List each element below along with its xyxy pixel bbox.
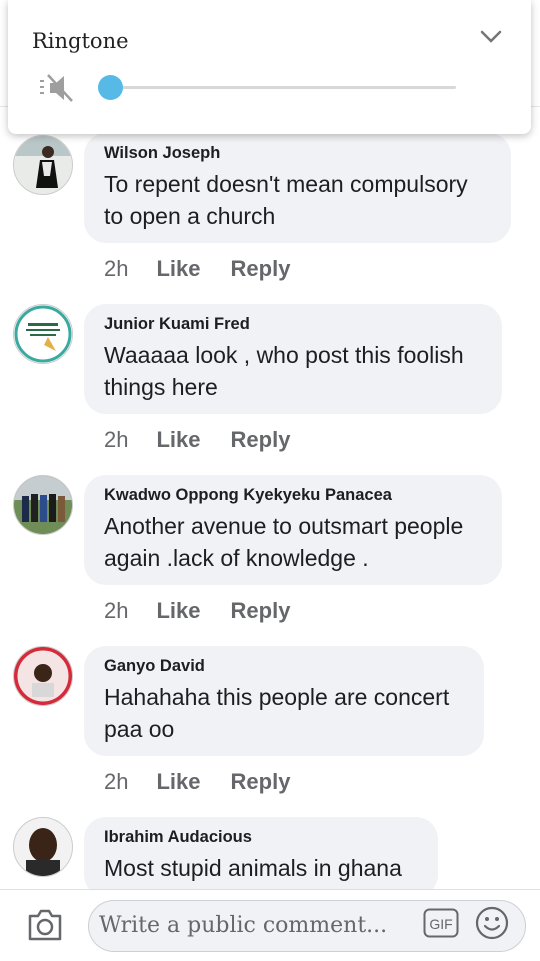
comment-text: Waaaaa look , who post this foolish thin… — [104, 342, 464, 400]
comment-author[interactable]: Wilson Joseph — [104, 144, 491, 163]
comment-actions: 2h Like Reply — [104, 769, 290, 795]
like-button[interactable]: Like — [156, 769, 200, 795]
avatar[interactable] — [13, 817, 73, 877]
reply-button[interactable]: Reply — [231, 256, 291, 282]
volume-slider[interactable] — [98, 75, 456, 100]
reply-button[interactable]: Reply — [231, 769, 291, 795]
like-button[interactable]: Like — [156, 598, 200, 624]
comment-actions: 2h Like Reply — [104, 427, 290, 453]
comment-author[interactable]: Kwadwo Oppong Kyekyeku Panacea — [104, 486, 482, 505]
comment-text: Hahahaha this people are concert paa oo — [104, 684, 450, 742]
avatar[interactable] — [13, 304, 73, 364]
volume-muted-icon[interactable] — [38, 73, 76, 103]
comment-text: To repent doesn't mean compulsory to ope… — [104, 171, 468, 229]
emoji-icon[interactable] — [475, 906, 509, 940]
comment-text: Another avenue to outsmart people again … — [104, 513, 464, 571]
camera-icon[interactable] — [26, 908, 64, 942]
like-button[interactable]: Like — [156, 427, 200, 453]
chevron-down-icon[interactable] — [480, 30, 502, 44]
comment-time[interactable]: 2h — [104, 598, 128, 624]
gif-label: GIF — [429, 916, 452, 932]
comment-bubble: Junior Kuami Fred Waaaaa look , who post… — [84, 304, 502, 414]
comment-composer: Write a public comment... — [0, 889, 540, 961]
comment-actions: 2h Like Reply — [104, 598, 290, 624]
comment-actions: 2h Like Reply — [104, 256, 290, 282]
reply-button[interactable]: Reply — [231, 427, 291, 453]
avatar[interactable] — [13, 475, 73, 535]
comment-author[interactable]: Junior Kuami Fred — [104, 315, 482, 334]
reply-button[interactable]: Reply — [231, 598, 291, 624]
comment-bubble: Ibrahim Audacious Most stupid animals in… — [84, 817, 438, 890]
comment-input[interactable]: Write a public comment... — [88, 900, 526, 952]
comment-time[interactable]: 2h — [104, 769, 128, 795]
comment-time[interactable]: 2h — [104, 256, 128, 282]
comment-time[interactable]: 2h — [104, 427, 128, 453]
comment-author[interactable]: Ganyo David — [104, 657, 464, 676]
gif-icon[interactable]: GIF — [423, 908, 459, 938]
volume-thumb[interactable] — [98, 75, 123, 100]
comment-bubble: Kwadwo Oppong Kyekyeku Panacea Another a… — [84, 475, 502, 585]
volume-panel: Ringtone — [8, 0, 531, 134]
comment-text: Most stupid animals in ghana — [104, 855, 402, 881]
comment-bubble: Wilson Joseph To repent doesn't mean com… — [84, 133, 511, 243]
comment-author[interactable]: Ibrahim Audacious — [104, 828, 418, 847]
comment-bubble: Ganyo David Hahahaha this people are con… — [84, 646, 484, 756]
volume-stream-title: Ringtone — [32, 29, 129, 53]
like-button[interactable]: Like — [156, 256, 200, 282]
avatar[interactable] — [13, 646, 73, 706]
avatar[interactable] — [13, 135, 73, 195]
